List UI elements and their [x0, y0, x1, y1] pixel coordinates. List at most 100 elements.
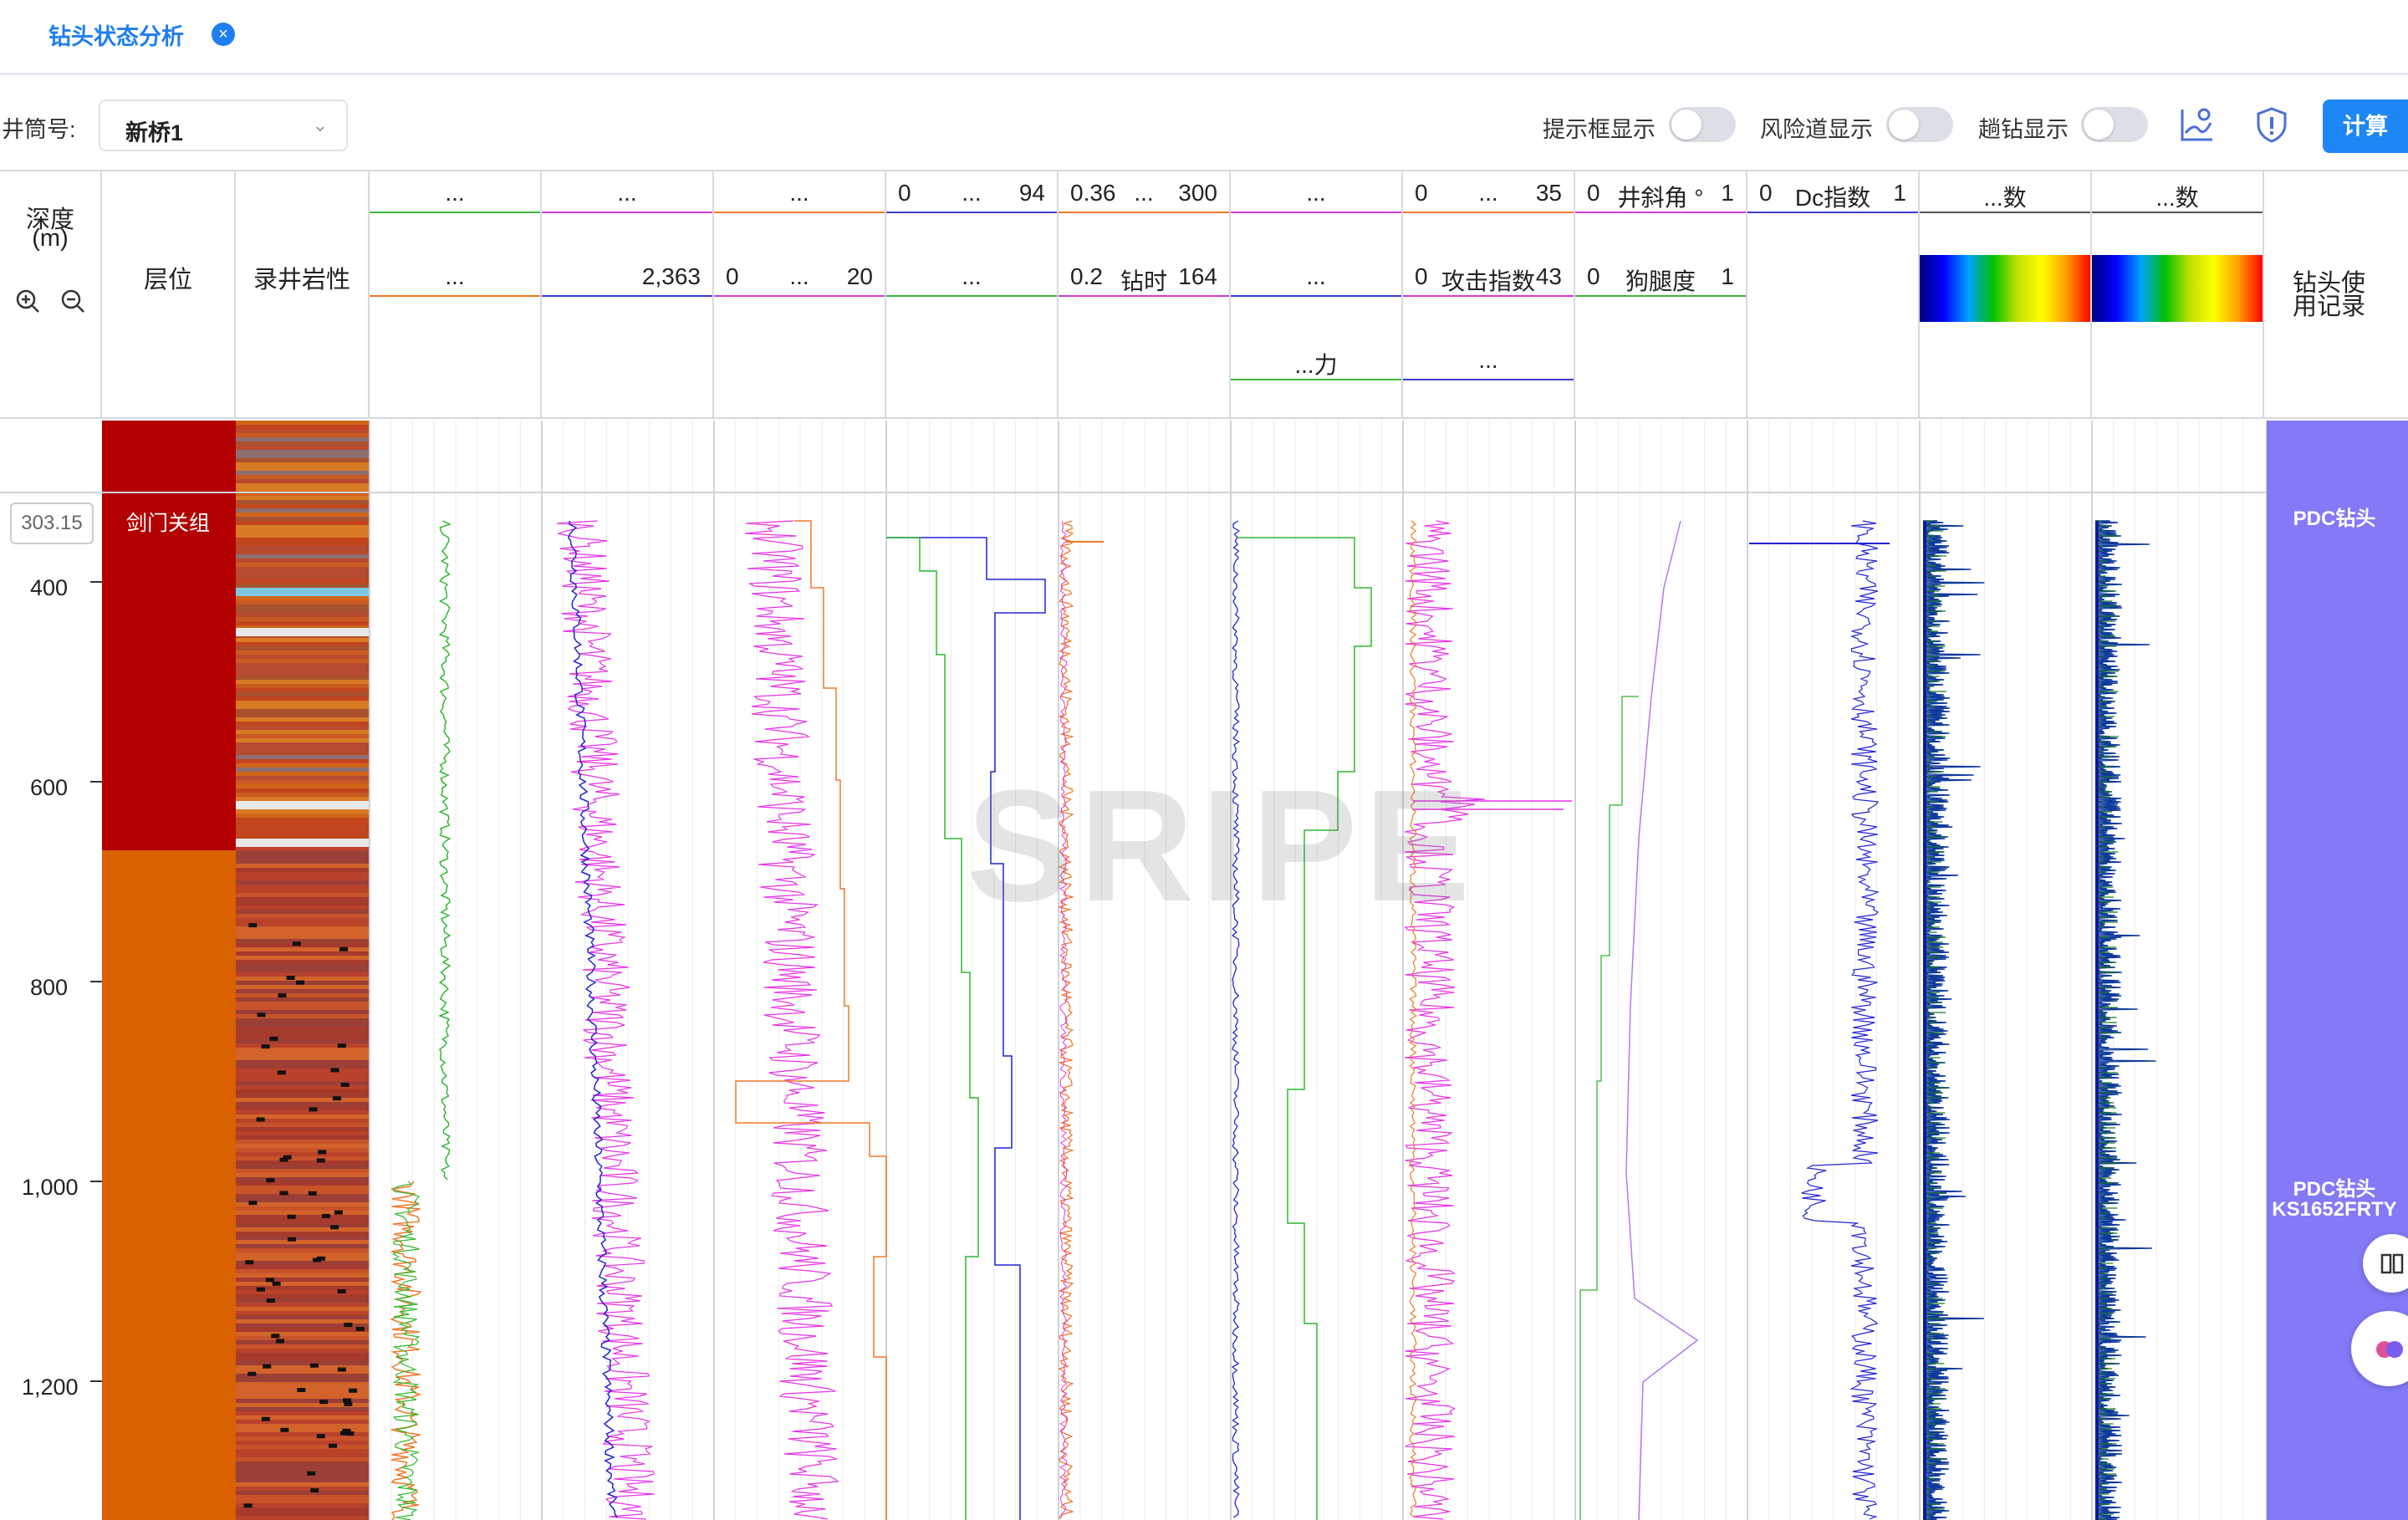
lithology-stripe: [236, 575, 370, 579]
chart-settings-icon[interactable]: [2177, 105, 2217, 145]
curve-header-row[interactable]: ...: [1231, 171, 1401, 213]
trip-toggle[interactable]: [2081, 107, 2148, 142]
curve-color-line: [1403, 212, 1574, 213]
shield-icon[interactable]: [2252, 105, 2292, 145]
curve-name: ...: [1306, 180, 1326, 206]
tab-bar: 钻头状态分析 ×: [0, 0, 2408, 75]
lithology-layer: [236, 628, 370, 636]
curve-header-row[interactable]: ...: [542, 171, 712, 213]
well-select[interactable]: 新桥1 ⌄: [99, 99, 348, 151]
curve-header-row[interactable]: 0 井斜角 ° 1: [1575, 171, 1746, 213]
lithology-stripe: [236, 1106, 370, 1110]
curve-header-row[interactable]: 0.2 钻时 164: [1059, 255, 1229, 297]
curve-color-line: [370, 295, 540, 297]
tab-title[interactable]: 钻头状态分析: [48, 18, 184, 51]
track-header-5[interactable]: 0.36... 300 0.2 钻时 164: [1059, 171, 1231, 419]
lithology-stripe: [236, 918, 370, 922]
curve-header-row[interactable]: ...: [714, 171, 885, 213]
lithology-stripe: [236, 822, 370, 826]
curve-header-row[interactable]: ...: [886, 255, 1057, 297]
spike-track-curve: [1923, 520, 1985, 1520]
track-header-2[interactable]: ... 2,363: [542, 171, 714, 419]
curve-track7-orange: [1409, 520, 1417, 1518]
lithology-stripe: [236, 1349, 370, 1353]
lithology-dot: [288, 1237, 297, 1242]
trip-toggle-label: 趟钻显示: [1978, 117, 2069, 142]
curve-max: 2,363: [641, 263, 701, 289]
track-header-11[interactable]: ...数: [2092, 171, 2264, 419]
lithology-stripe: [236, 768, 370, 772]
curve-header-row[interactable]: 0.36... 300: [1059, 171, 1229, 213]
track-header-3[interactable]: ... 0... 20: [714, 171, 886, 419]
track-header-10[interactable]: ...数: [1920, 171, 2092, 419]
lithology-stripe: [236, 960, 370, 964]
lithology-stripe: [236, 1261, 370, 1265]
lithology-stripe: [236, 1411, 370, 1415]
track-header-4[interactable]: 0... 94...: [886, 171, 1059, 419]
curve-max: 300: [1178, 180, 1217, 206]
lithology-dot: [309, 1107, 318, 1112]
color-scale-bar: [2092, 255, 2263, 322]
lithology-stripe: [236, 458, 370, 462]
track-header-7[interactable]: 0... 35 0 攻击指数 43...: [1403, 171, 1575, 419]
curve-header-row[interactable]: 0 狗腿度 1: [1575, 255, 1746, 297]
lithology-stripe: [236, 1219, 370, 1223]
lithology-stripe: [236, 546, 370, 550]
zoom-out-icon[interactable]: [60, 288, 85, 314]
lithology-stripe: [236, 734, 370, 738]
lithology-stripe: [236, 1273, 370, 1278]
lithology-stripe: [236, 977, 370, 981]
curve-header-row[interactable]: 0... 20: [714, 255, 885, 297]
curve-header-row[interactable]: ...: [370, 171, 540, 213]
lithology-stripe: [236, 1424, 370, 1428]
curve-header-row[interactable]: 2,363: [542, 255, 712, 297]
risk-track-toggle[interactable]: [1886, 107, 1953, 142]
lithology-dot: [309, 1363, 319, 1368]
log-plot[interactable]: 303.15 400 600 800 1,000 1,200 剑门关组 PDC钻…: [0, 421, 2408, 1520]
lithology-stripe: [236, 1186, 370, 1190]
track-header-1[interactable]: ......: [370, 171, 542, 419]
track-header-8[interactable]: 0 井斜角 ° 1 0 狗腿度 1: [1575, 171, 1747, 419]
lithology-stripe: [236, 1307, 370, 1311]
curve-header-row[interactable]: ...数: [2092, 171, 2263, 213]
tooltip-toggle[interactable]: [1669, 107, 1736, 142]
lithology-stripe: [236, 1315, 370, 1319]
curve-header-row[interactable]: ...: [1231, 255, 1401, 297]
curve-header-row[interactable]: 0... 94: [886, 171, 1057, 213]
log-curves-canvas[interactable]: [0, 421, 2408, 1520]
lithology-dot: [342, 1428, 351, 1433]
depth-unit: (m): [32, 225, 69, 252]
lithology-stripe: [236, 454, 370, 458]
lithology-stripe: [236, 759, 370, 763]
curve-header-row[interactable]: 0 Dc指数 1: [1747, 171, 1918, 213]
lithology-stripe: [236, 1206, 370, 1211]
calculate-button[interactable]: 计算: [2323, 99, 2408, 153]
lithology-dot: [263, 1364, 272, 1369]
lithology-stripe: [236, 1278, 370, 1282]
curve-header-row[interactable]: ...数: [1920, 171, 2090, 213]
lithology-stripe: [236, 742, 370, 747]
track-header-9[interactable]: 0 Dc指数 1: [1747, 171, 1920, 419]
lithology-dot: [317, 1256, 326, 1261]
lithology-stripe: [236, 646, 370, 650]
lithology-dot: [310, 1488, 319, 1493]
lithology-stripe: [236, 859, 370, 864]
lithology-stripe: [236, 513, 370, 517]
lithology-stripe: [236, 521, 370, 525]
lithology-stripe: [236, 1382, 370, 1386]
curve-header-row[interactable]: ...: [370, 255, 540, 297]
bit-label-type: PDC钻头: [2293, 1178, 2376, 1201]
bit-label-model: KS1652FRTY: [2272, 1198, 2397, 1221]
lithology-dot: [330, 1225, 339, 1230]
lithology-layer: [236, 801, 370, 809]
lithology-dot: [329, 1443, 338, 1448]
close-icon[interactable]: ×: [212, 23, 235, 46]
curve-header-row[interactable]: ...力: [1231, 339, 1401, 380]
track-header-6[interactable]: ...... ...力: [1231, 171, 1403, 419]
lithology-stripe: [236, 617, 370, 621]
curve-header-row[interactable]: 0 攻击指数 43: [1403, 255, 1574, 297]
curve-header-row[interactable]: ...: [1403, 339, 1574, 380]
lithology-stripe: [236, 559, 370, 563]
curve-header-row[interactable]: 0... 35: [1403, 171, 1574, 213]
zoom-in-icon[interactable]: [15, 288, 40, 314]
